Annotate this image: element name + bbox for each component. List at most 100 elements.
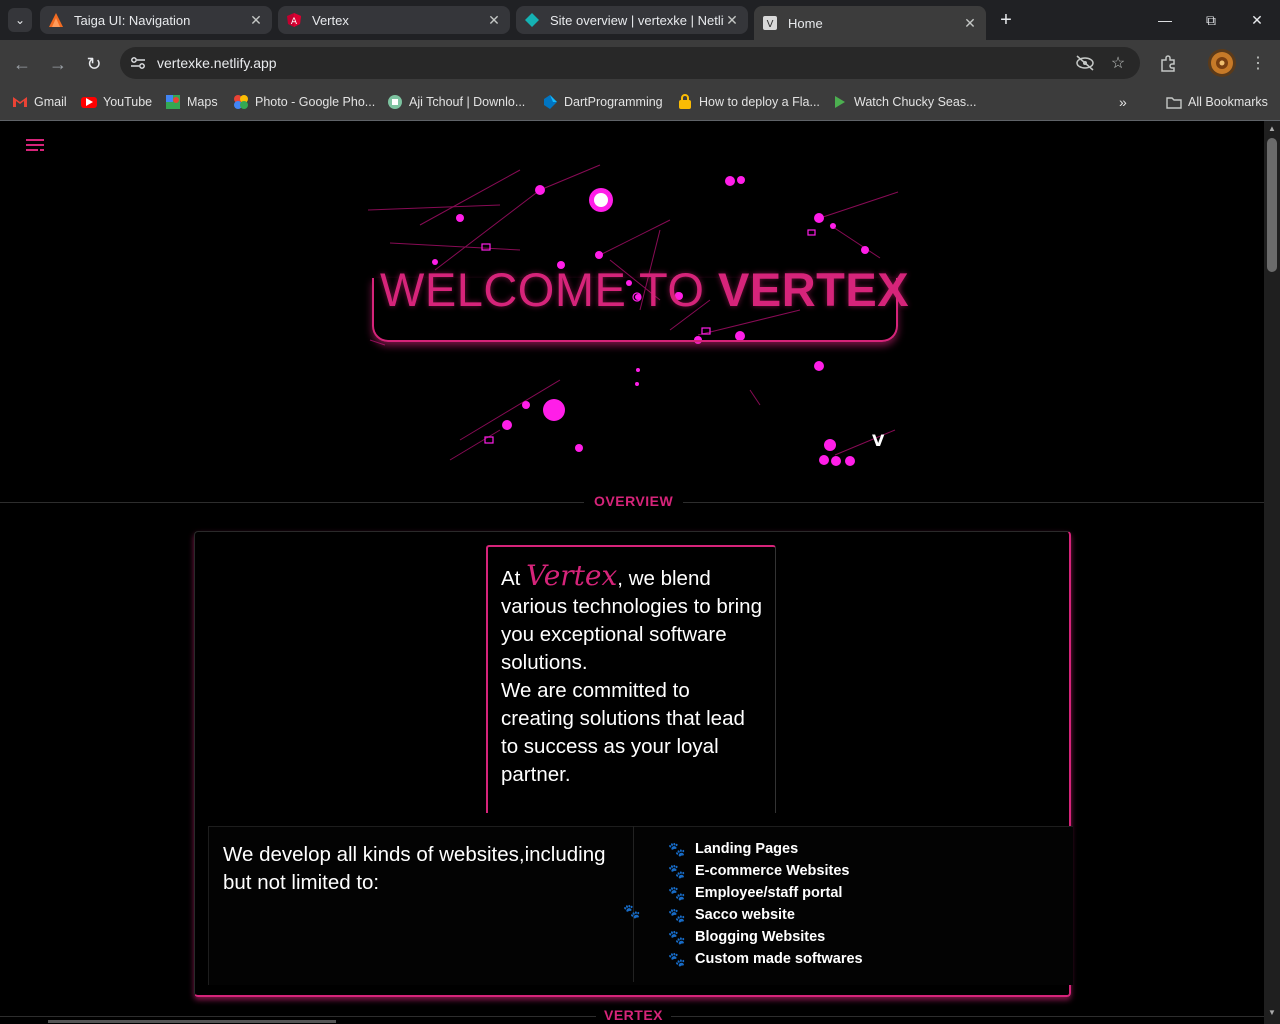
bookmark-deploy[interactable]: How to deploy a Fla... xyxy=(677,92,820,112)
dart-icon xyxy=(542,94,558,110)
close-tab-icon[interactable]: ✕ xyxy=(962,15,978,32)
horizontal-scroll-thumb[interactable] xyxy=(48,1020,336,1023)
paw-icon: 🐾 xyxy=(668,928,686,945)
profile-avatar[interactable] xyxy=(1208,49,1236,77)
bookmark-aji[interactable]: Aji Tchouf | Downlo... xyxy=(387,92,525,112)
paw-icon: 🐾 xyxy=(668,840,686,857)
close-icon: ✕ xyxy=(1251,11,1263,28)
welcome-heading: WELCOME TO VERTEX xyxy=(380,262,909,317)
minimize-icon: — xyxy=(1158,12,1172,28)
minimize-button[interactable]: — xyxy=(1142,0,1188,40)
avatar-icon xyxy=(1211,52,1233,74)
hamburger-menu-icon[interactable] xyxy=(26,137,46,153)
bookmark-gmail[interactable]: Gmail xyxy=(12,92,67,112)
bookmark-label: DartProgramming xyxy=(564,95,663,109)
svg-text:V: V xyxy=(767,19,774,30)
all-bookmarks-button[interactable]: All Bookmarks xyxy=(1166,92,1268,112)
bookmark-label: All Bookmarks xyxy=(1188,95,1268,109)
reload-icon: ↻ xyxy=(86,53,102,74)
youtube-icon xyxy=(81,96,97,108)
close-window-button[interactable]: ✕ xyxy=(1234,0,1280,40)
intro-prefix: At xyxy=(501,567,527,590)
back-button[interactable]: ← xyxy=(8,50,36,78)
list-item: 🐾 Employee/staff portal xyxy=(668,882,863,904)
reload-button[interactable]: ↻ xyxy=(80,50,108,78)
close-tab-icon[interactable]: ✕ xyxy=(248,12,264,29)
list-item: 🐾 Blogging Websites xyxy=(668,926,863,948)
bookmark-label: Aji Tchouf | Downlo... xyxy=(409,95,526,109)
paw-icon: 🐾 xyxy=(668,884,686,901)
restore-button[interactable]: ⧉ xyxy=(1188,0,1234,40)
bookmark-label: YouTube xyxy=(103,95,153,109)
bookmark-dart[interactable]: DartProgramming xyxy=(542,92,663,112)
bookmark-chucky[interactable]: Watch Chucky Seas... xyxy=(832,92,977,112)
bookmark-label: Gmail xyxy=(34,95,67,109)
restore-icon: ⧉ xyxy=(1206,11,1216,28)
bookmark-label: Maps xyxy=(187,95,218,109)
tab-search-button[interactable]: ⌄ xyxy=(8,8,32,32)
overview-title: OVERVIEW xyxy=(584,493,684,509)
service-label: Blogging Websites xyxy=(695,929,826,945)
tab-vertex[interactable]: A Vertex ✕ xyxy=(278,6,510,34)
tune-icon xyxy=(131,57,145,69)
intro-brand: Vertex xyxy=(526,559,618,592)
paw-icon: 🐾 xyxy=(668,950,686,967)
url-text[interactable]: vertexke.netlify.app xyxy=(157,55,277,71)
bookmark-youtube[interactable]: YouTube xyxy=(81,92,152,112)
site-settings-icon[interactable] xyxy=(128,53,148,73)
bookmark-star-icon[interactable]: ☆ xyxy=(1107,52,1129,74)
bookmark-maps[interactable]: Maps xyxy=(165,92,218,112)
scroll-down-icon[interactable]: ▼ xyxy=(1266,1008,1278,1020)
welcome-text: WELCOME TO xyxy=(380,263,719,316)
list-item: 🐾 E-commerce Websites xyxy=(668,860,863,882)
service-label: E-commerce Websites xyxy=(695,863,850,879)
new-tab-button[interactable]: + xyxy=(994,8,1018,32)
tab-title: Site overview | vertexke | Netlify xyxy=(550,12,724,28)
scroll-up-icon[interactable]: ▲ xyxy=(1266,124,1278,136)
extensions-icon[interactable] xyxy=(1157,52,1179,74)
welcome-brand: VERTEX xyxy=(718,263,910,316)
maps-icon xyxy=(165,94,181,110)
tab-title: Vertex xyxy=(312,12,349,28)
paw-icon: 🐾 xyxy=(668,906,686,923)
forward-arrow-icon: → xyxy=(49,53,67,74)
netlify-logo-icon xyxy=(524,12,540,28)
services-list: 🐾 Landing Pages 🐾 E-commerce Websites 🐾 Emp… xyxy=(668,838,863,970)
svg-text:A: A xyxy=(291,17,298,27)
tab-title: Taiga UI: Navigation xyxy=(74,12,191,28)
tab-home[interactable]: V Home ✕ xyxy=(754,6,986,40)
bookmarks-overflow-button[interactable]: » xyxy=(1119,92,1127,112)
scrollbar-thumb[interactable] xyxy=(1267,138,1277,272)
folder-icon xyxy=(1166,94,1182,110)
eye-off-icon[interactable] xyxy=(1074,52,1096,74)
service-label: Custom made softwares xyxy=(695,951,863,967)
tab-title: Home xyxy=(788,15,823,31)
vertex-section-title: VERTEX xyxy=(596,1007,672,1023)
tab-taiga[interactable]: Taiga UI: Navigation ✕ xyxy=(40,6,272,34)
close-tab-icon[interactable]: ✕ xyxy=(724,12,740,29)
site-icon xyxy=(387,94,403,110)
service-label: Sacco website xyxy=(695,907,795,923)
tab-netlify[interactable]: Site overview | vertexke | Netlify ✕ xyxy=(516,6,748,34)
list-item: 🐾 Sacco website xyxy=(668,904,863,926)
intro-text: At Vertex, we blend various technologies… xyxy=(501,562,763,789)
more-menu-icon[interactable]: ⋮ xyxy=(1247,52,1269,74)
close-tab-icon[interactable]: ✕ xyxy=(486,12,502,29)
back-arrow-icon: ← xyxy=(13,53,31,74)
develop-text: We develop all kinds of websites,includi… xyxy=(223,843,606,894)
paw-icon: 🐾 xyxy=(623,903,641,919)
double-chevron-icon: » xyxy=(1119,94,1127,110)
service-label: Employee/staff portal xyxy=(695,885,843,901)
v-mark-icon: V xyxy=(872,431,885,450)
folder-lock-icon xyxy=(677,94,693,110)
list-item: 🐾 Landing Pages xyxy=(668,838,863,860)
intro-commitment: We are committed to creating solutions t… xyxy=(501,679,745,786)
gmail-icon xyxy=(12,94,28,110)
forward-button[interactable]: → xyxy=(44,50,72,78)
bookmark-label: Watch Chucky Seas... xyxy=(854,95,977,109)
vertex-favicon-icon: V xyxy=(762,15,778,31)
bookmark-photos[interactable]: Photo - Google Pho... xyxy=(233,92,375,112)
taiga-logo-icon xyxy=(48,12,64,28)
chevron-down-icon: ⌄ xyxy=(14,13,26,27)
list-item: 🐾 Custom made softwares xyxy=(668,948,863,970)
